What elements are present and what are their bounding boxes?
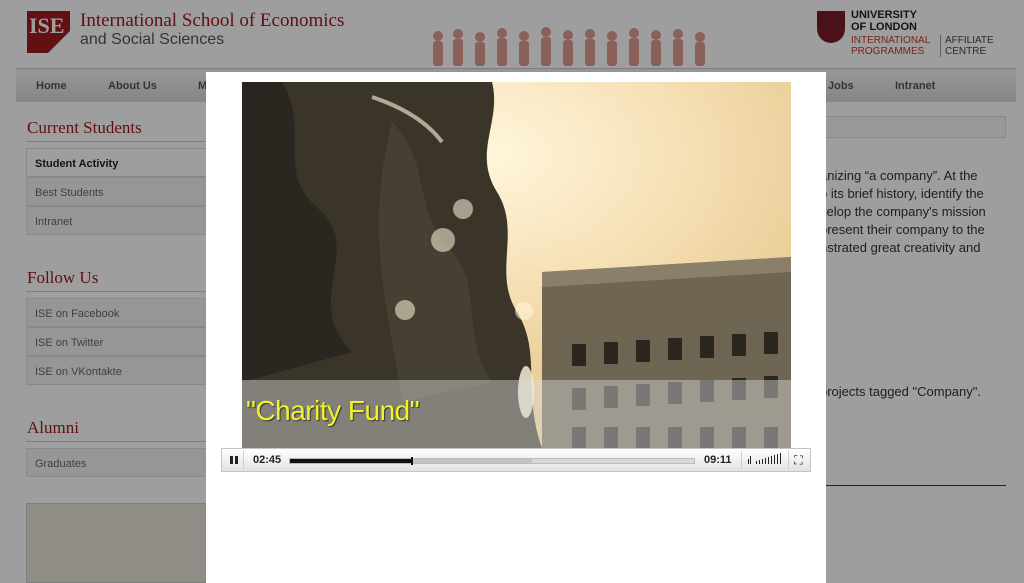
video-controls: 02:45 09:11 ⛶	[221, 448, 811, 472]
pause-button[interactable]	[224, 451, 244, 469]
seek-handle[interactable]	[411, 457, 413, 465]
seek-bar[interactable]	[289, 457, 695, 465]
duration: 09:11	[704, 454, 732, 466]
video-caption: "Charity Fund"	[246, 395, 420, 426]
progress-bar	[290, 459, 411, 463]
fullscreen-icon: ⛶	[794, 453, 803, 467]
current-time: 02:45	[253, 454, 282, 466]
fullscreen-button[interactable]: ⛶	[788, 451, 808, 469]
video-frame[interactable]: "Charity Fund"	[242, 82, 791, 448]
volume-control[interactable]	[741, 451, 786, 469]
